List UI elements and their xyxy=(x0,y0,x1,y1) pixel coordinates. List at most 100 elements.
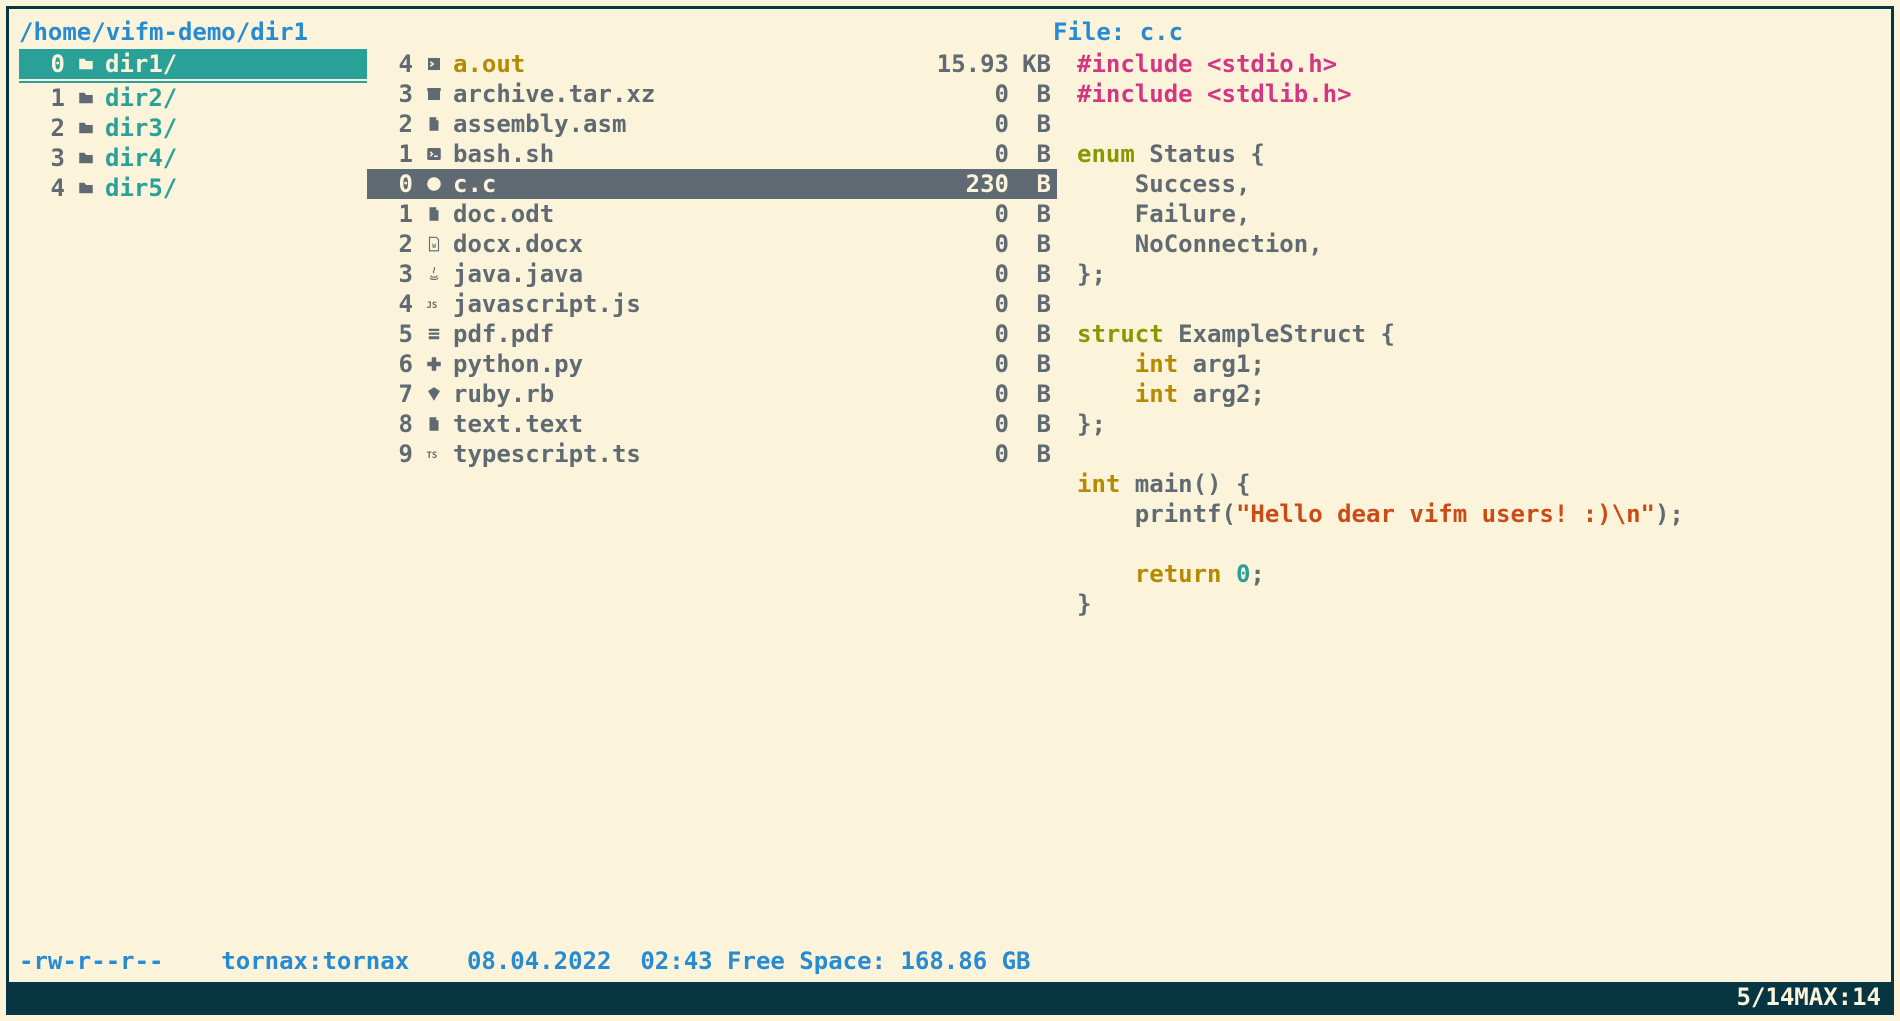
directory-item[interactable]: 1 dir2/ xyxy=(19,83,367,113)
directory-name: dir5/ xyxy=(97,173,177,203)
row-number: 2 xyxy=(367,229,423,259)
file-date: 08.04.2022 xyxy=(467,946,612,976)
file-item[interactable]: 2 Wdocx.docx0B xyxy=(367,229,1057,259)
directory-item[interactable]: 4dir5/ xyxy=(19,173,367,203)
file-size-unit: B xyxy=(1017,319,1057,349)
file-name: ruby.rb xyxy=(445,379,927,409)
file-pane[interactable]: 4a.out15.93KB3archive.tar.xz0B2assembly.… xyxy=(367,49,1057,619)
file-size-unit: B xyxy=(1017,229,1057,259)
pdf-icon xyxy=(423,325,445,343)
file-icon xyxy=(423,415,445,433)
svg-text:TS: TS xyxy=(427,451,438,461)
file-item[interactable]: 3java.java0B xyxy=(367,259,1057,289)
file-item[interactable]: 2 assembly.asm0B xyxy=(367,109,1057,139)
file-permissions: -rw-r--r-- xyxy=(19,946,164,976)
file-size: 0 xyxy=(927,199,1017,229)
file-size: 0 xyxy=(927,259,1017,289)
py-icon xyxy=(423,355,445,373)
file-size-unit: B xyxy=(1017,439,1057,469)
file-item[interactable]: 9TStypescript.ts0B xyxy=(367,439,1057,469)
file-size: 0 xyxy=(927,79,1017,109)
directory-name: dir3/ xyxy=(97,113,177,143)
file-name: archive.tar.xz xyxy=(445,79,927,109)
file-size-unit: B xyxy=(1017,379,1057,409)
row-number: 5 xyxy=(367,319,423,349)
file-size-unit: B xyxy=(1017,139,1057,169)
exec-icon xyxy=(423,55,445,73)
file-size-unit: B xyxy=(1017,349,1057,379)
ruby-icon xyxy=(423,385,445,403)
file-size: 0 xyxy=(927,289,1017,319)
file-item[interactable]: 4 JS javascript.js0B xyxy=(367,289,1057,319)
row-number: 4 xyxy=(367,289,423,319)
row-number: 0 xyxy=(19,49,75,79)
file-size: 230 xyxy=(927,169,1017,199)
row-number: 3 xyxy=(19,143,75,173)
file-item[interactable]: 1bash.sh0B xyxy=(367,139,1057,169)
status-bar: -rw-r--r-- tornax:tornax 08.04.2022 02:4… xyxy=(19,946,1881,976)
row-number: 3 xyxy=(367,79,423,109)
row-number: 3 xyxy=(367,259,423,289)
docx-icon: W xyxy=(423,235,445,253)
file-item[interactable]: 8 text.text0B xyxy=(367,409,1057,439)
file-name: assembly.asm xyxy=(445,109,927,139)
file-name: javascript.js xyxy=(445,289,927,319)
file-item[interactable]: 5pdf.pdf0B xyxy=(367,319,1057,349)
row-number: 2 xyxy=(367,109,423,139)
row-number: 9 xyxy=(367,439,423,469)
row-number: 8 xyxy=(367,409,423,439)
position-indicator: 5/14 xyxy=(1737,982,1795,1012)
file-size-unit: B xyxy=(1017,289,1057,319)
row-number: 1 xyxy=(19,83,75,113)
file-time: 02:43 xyxy=(640,946,712,976)
directory-name: dir1/ xyxy=(97,49,177,79)
file-item[interactable]: 6python.py0B xyxy=(367,349,1057,379)
svg-text:JS: JS xyxy=(427,301,438,311)
directory-item[interactable]: 2 dir3/ xyxy=(19,113,367,143)
directory-name: dir2/ xyxy=(97,83,177,113)
file-size-unit: B xyxy=(1017,109,1057,139)
file-size: 0 xyxy=(927,409,1017,439)
file-size-unit: B xyxy=(1017,409,1057,439)
archive-icon xyxy=(423,85,445,103)
file-size: 0 xyxy=(927,439,1017,469)
file-size-unit: B xyxy=(1017,199,1057,229)
file-size: 0 xyxy=(927,229,1017,259)
file-size-unit: B xyxy=(1017,79,1057,109)
row-number: 2 xyxy=(19,113,75,143)
directory-item[interactable]: 3 dir4/ xyxy=(19,143,367,173)
file-item[interactable]: 4a.out15.93KB xyxy=(367,49,1057,79)
file-item[interactable]: 0Cc.c230B xyxy=(367,169,1057,199)
folder-icon xyxy=(75,149,97,167)
folder-icon xyxy=(75,89,97,107)
footer-bar: 5/14 MAX: 14 xyxy=(9,982,1891,1012)
file-size: 0 xyxy=(927,109,1017,139)
file-item[interactable]: 3 archive.tar.xz0B xyxy=(367,79,1057,109)
free-space-label: Free Space: xyxy=(727,946,886,976)
file-size-unit: B xyxy=(1017,259,1057,289)
file-size-unit: KB xyxy=(1017,49,1057,79)
term-icon xyxy=(423,145,445,163)
directory-item[interactable]: 0 dir1/ xyxy=(19,49,367,79)
preview-title: File: c.c xyxy=(1053,17,1881,47)
file-size: 0 xyxy=(927,349,1017,379)
current-path: /home/vifm-demo/dir1 xyxy=(19,17,308,47)
file-name: a.out xyxy=(445,49,927,79)
file-name: c.c xyxy=(445,169,927,199)
file-name: docx.docx xyxy=(445,229,927,259)
max-label: MAX: xyxy=(1794,982,1852,1012)
file-name: text.text xyxy=(445,409,927,439)
svg-text:W: W xyxy=(432,243,436,250)
file-size: 0 xyxy=(927,139,1017,169)
free-space-value: 168.86 GB xyxy=(900,946,1030,976)
file-preview-code: #include <stdio.h>#include <stdlib.h> en… xyxy=(1077,49,1881,619)
file-item[interactable]: 1doc.odt0B xyxy=(367,199,1057,229)
directory-pane[interactable]: 0 dir1/1 dir2/2 dir3/3 dir4/4dir5/ xyxy=(19,49,367,619)
directory-name: dir4/ xyxy=(97,143,177,173)
js-icon: JS xyxy=(423,295,445,313)
file-icon xyxy=(423,205,445,223)
file-name: python.py xyxy=(445,349,927,379)
folder-icon xyxy=(75,119,97,137)
max-value: 14 xyxy=(1852,982,1881,1012)
file-item[interactable]: 7ruby.rb0B xyxy=(367,379,1057,409)
